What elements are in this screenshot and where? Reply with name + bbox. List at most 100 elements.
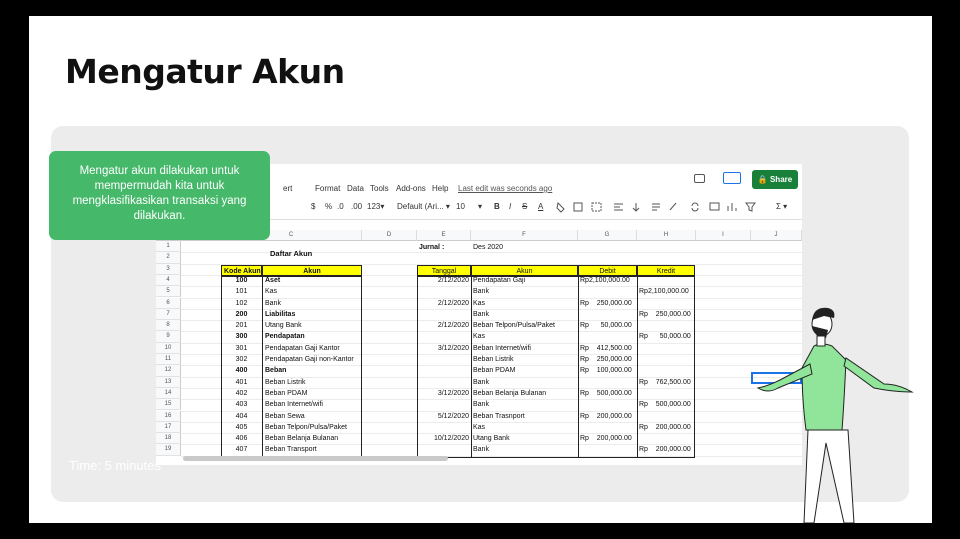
jurnal-kredit-cell: Rp 250,000.00 xyxy=(639,310,691,318)
currency-button[interactable]: $ xyxy=(311,202,315,211)
row-header[interactable]: 14 xyxy=(156,387,181,400)
jurnal-kredit-cell xyxy=(637,320,695,331)
jurnal-tanggal-cell xyxy=(417,444,471,455)
jurnal-debit-cell: Rp 250,000.00 xyxy=(580,299,632,307)
row-header[interactable]: 16 xyxy=(156,410,181,422)
row-header[interactable]: 18 xyxy=(156,433,181,445)
menu-tools[interactable]: Tools xyxy=(370,184,389,193)
col-header-g[interactable]: G xyxy=(578,230,637,241)
row-header[interactable]: 10 xyxy=(156,342,181,354)
functions-button[interactable]: Σ ▾ xyxy=(776,202,787,211)
bold-button[interactable]: B xyxy=(494,202,500,211)
percent-button[interactable]: % xyxy=(325,202,332,211)
link-icon xyxy=(691,202,699,212)
jurnal-tanggal-cell xyxy=(417,422,471,433)
row-header[interactable]: 12 xyxy=(156,365,181,377)
font-size-select[interactable]: 10 xyxy=(456,202,465,211)
more-formats-button[interactable]: 123▾ xyxy=(367,202,384,211)
comment-icon[interactable] xyxy=(694,174,705,183)
jurnal-period: Des 2020 xyxy=(473,244,503,251)
row-header[interactable]: 5 xyxy=(156,286,181,298)
jurnal-debit-cell: Rp 200,000.00 xyxy=(580,412,632,420)
akun-kode-cell: 102 xyxy=(235,299,248,307)
akun-name-cell: Beban PDAM xyxy=(265,389,308,397)
menu-format[interactable]: Format xyxy=(315,184,340,193)
borders-icon xyxy=(573,202,583,212)
text-color-button[interactable]: A xyxy=(538,202,543,211)
col-header-j[interactable]: J xyxy=(751,230,802,241)
akun-name-cell: Pendapatan Gaji non-Kantor xyxy=(265,356,354,363)
akun-name-cell: Beban Internet/wifi xyxy=(265,401,323,409)
row-header[interactable]: 1 xyxy=(156,241,181,253)
col-header-i[interactable]: I xyxy=(696,230,751,241)
akun-name-cell: Beban Sewa xyxy=(265,412,305,420)
increase-decimal-button[interactable]: .00 xyxy=(351,202,362,211)
col-header-h[interactable]: H xyxy=(637,230,696,241)
jurnal-tanggal-cell xyxy=(417,286,471,297)
menu-help[interactable]: Help xyxy=(432,184,448,193)
font-select[interactable]: Default (Ari... ▾ xyxy=(397,202,450,211)
jurnal-kredit-cell xyxy=(637,354,695,365)
strikethrough-button[interactable]: S xyxy=(522,202,527,211)
akun-name-cell: Bank xyxy=(265,299,281,307)
jurnal-kredit-cell xyxy=(637,433,695,444)
menu-addons[interactable]: Add-ons xyxy=(396,184,426,193)
akun-kode-cell: 406 xyxy=(235,435,248,443)
akun-name-cell: Liabilitas xyxy=(265,310,296,318)
akun-kode-cell: 404 xyxy=(235,412,248,420)
wrap-icon xyxy=(652,203,660,211)
jurnal-akun-cell: Beban Belanja Bulanan xyxy=(473,389,547,397)
akun-kode-cell: 201 xyxy=(235,322,248,330)
row-header[interactable]: 11 xyxy=(156,354,181,366)
akun-kode-cell: 100 xyxy=(235,276,248,284)
callout-text: Mengatur akun dilakukan untuk mempermuda… xyxy=(72,165,247,222)
decrease-decimal-button[interactable]: .0 xyxy=(337,202,344,211)
akun-kode-cell: 407 xyxy=(235,446,248,454)
akun-name-cell: Pendapatan Gaji Kantor xyxy=(265,344,340,352)
row-header[interactable]: 3 xyxy=(156,263,181,275)
row-header[interactable]: 17 xyxy=(156,421,181,434)
italic-button[interactable]: I xyxy=(509,202,511,211)
jurnal-debit-cell: Rp2,100,000.00 xyxy=(580,276,630,284)
menu-data[interactable]: Data xyxy=(347,184,364,193)
jurnal-kredit-cell xyxy=(637,365,695,376)
toolbar-icons xyxy=(556,201,756,213)
jurnal-debit-cell: Rp 50,000.00 xyxy=(580,322,632,330)
col-header-f[interactable]: F xyxy=(471,230,578,241)
jurnal-tanggal-cell: 3/12/2020 xyxy=(437,389,469,397)
row-header[interactable]: 8 xyxy=(156,320,181,332)
jurnal-akun-cell: Bank xyxy=(473,378,489,386)
jurnal-debit-cell xyxy=(578,331,637,342)
font-size-dropdown-icon[interactable]: ▾ xyxy=(478,202,482,211)
jurnal-tanggal-cell xyxy=(417,354,471,365)
jurnal-debit-cell: Rp 200,000.00 xyxy=(580,435,632,443)
row-header[interactable]: 9 xyxy=(156,331,181,343)
col-header-e[interactable]: E xyxy=(417,230,471,241)
jurnal-kredit-cell: Rp 200,000.00 xyxy=(639,446,691,454)
present-icon[interactable] xyxy=(723,172,741,184)
last-edit-link[interactable]: Last edit was seconds ago xyxy=(458,184,552,193)
jurnal-debit-cell xyxy=(578,309,637,320)
jurnal-akun-cell: Beban PDAM xyxy=(473,367,516,375)
row-header[interactable]: 7 xyxy=(156,308,181,321)
jurnal-kredit-cell xyxy=(637,343,695,354)
jurnal-kredit-cell: Rp 200,000.00 xyxy=(639,423,691,431)
horizontal-scrollbar[interactable] xyxy=(183,456,448,461)
col-header-d[interactable]: D xyxy=(362,230,417,241)
slide: Mengatur Akun ert Format Data Tools Add-… xyxy=(29,16,932,523)
row-header[interactable]: 19 xyxy=(156,444,181,456)
callout-box: Mengatur akun dilakukan untuk mempermuda… xyxy=(49,151,270,240)
jurnal-label: Jurnal : xyxy=(419,244,445,251)
row-header[interactable]: 6 xyxy=(156,297,181,309)
share-label: Share xyxy=(769,175,793,184)
akun-kode-cell: 401 xyxy=(235,378,248,386)
row-header[interactable]: 13 xyxy=(156,376,181,388)
row-header[interactable]: 4 xyxy=(156,274,181,287)
jurnal-kredit-cell: Rp 50,000.00 xyxy=(639,333,691,341)
menu-insert[interactable]: ert xyxy=(283,184,292,193)
align-icon xyxy=(614,203,623,211)
row-header[interactable]: 15 xyxy=(156,399,181,411)
share-button[interactable]: 🔒 Share xyxy=(752,170,798,189)
row-header[interactable]: 2 xyxy=(156,252,181,264)
jurnal-debit-cell xyxy=(578,444,637,455)
